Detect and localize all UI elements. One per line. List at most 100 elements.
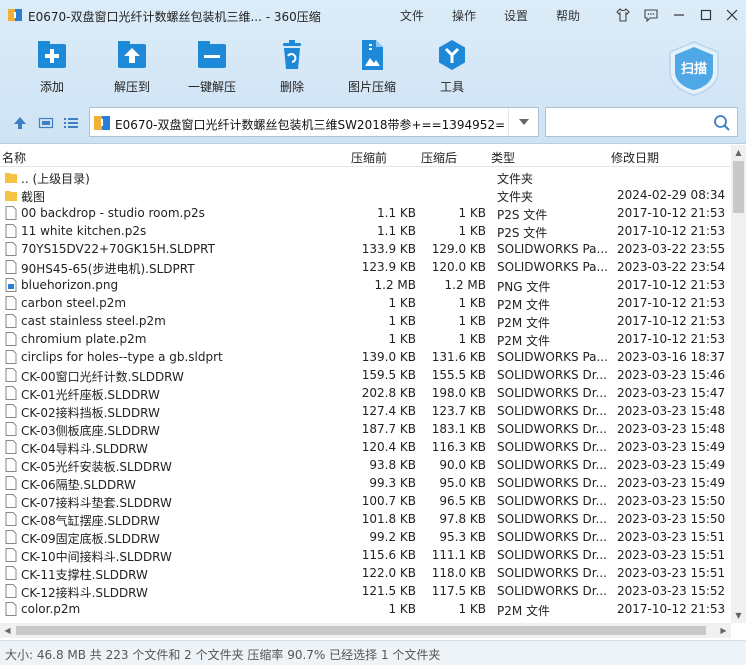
list-view-icon[interactable] <box>63 115 79 131</box>
search-box[interactable] <box>545 107 738 137</box>
table-row[interactable]: CK-09固定底板.SLDDRW 99.2 KB 95.3 KB SOLIDWORKS… <box>0 528 731 546</box>
one-click-extract-button[interactable]: 一键解压 <box>177 38 247 98</box>
table-row[interactable]: 90HS45-65(步进电机).SLDPRT 123.9 KB 120.0 KB SO… <box>0 258 731 276</box>
file-rows: .. (上级目录) 文件夹 截图 文件夹 2024-02-29 08:34 00 back… <box>0 168 731 618</box>
scan-button[interactable]: 扫描 <box>664 40 724 96</box>
table-row[interactable]: CK-10中间接料斗.SLDDRW 115.6 KB 111.1 KB SOLIDWO… <box>0 546 731 564</box>
file-name: CK-03侧板底座.SLDDRW <box>21 424 160 438</box>
close-icon[interactable] <box>723 6 741 24</box>
table-row[interactable]: CK-02接料挡板.SLDDRW 127.4 KB 123.7 KB SOLIDWOR… <box>0 402 731 420</box>
scroll-down-icon[interactable]: ▼ <box>731 608 746 623</box>
file-type: SOLIDWORKS Dr... <box>497 386 607 400</box>
minimize-icon[interactable] <box>670 6 688 24</box>
tools-button[interactable]: 工具 <box>417 38 487 98</box>
menu-settings[interactable]: 设置 <box>504 7 528 24</box>
file-packed-size: 1 KB <box>458 206 486 220</box>
extract-to-button[interactable]: 解压到 <box>97 38 167 98</box>
file-icon <box>5 566 17 580</box>
maximize-icon[interactable] <box>697 6 715 24</box>
table-row[interactable]: CK-05光纤安装板.SLDDRW 93.8 KB 90.0 KB SOLIDWORK… <box>0 456 731 474</box>
column-date[interactable]: 修改日期 <box>611 149 659 166</box>
column-type[interactable]: 类型 <box>491 149 515 166</box>
table-row[interactable]: CK-11支撑柱.SLDDRW 122.0 KB 118.0 KB SOLIDWORK… <box>0 564 731 582</box>
delete-button[interactable]: 删除 <box>257 38 327 98</box>
table-row[interactable]: CK-01光纤座板.SLDDRW 202.8 KB 198.0 KB SOLIDWOR… <box>0 384 731 402</box>
file-size: 1.1 KB <box>377 206 416 220</box>
search-input[interactable] <box>552 114 702 130</box>
column-packed[interactable]: 压缩后 <box>421 149 457 166</box>
file-date: 2017-10-12 21:53 <box>617 314 726 328</box>
table-row[interactable]: 00 backdrop - studio room.p2s 1.1 KB 1 KB P… <box>0 204 731 222</box>
table-row[interactable]: CK-04导料斗.SLDDRW 120.4 KB 116.3 KB SOLIDWORK… <box>0 438 731 456</box>
file-icon <box>5 386 17 400</box>
file-icon <box>5 422 17 436</box>
table-row[interactable]: CK-06隔垫.SLDDRW 99.3 KB 95.0 KB SOLIDWORKS D… <box>0 474 731 492</box>
table-row[interactable]: CK-07接料斗垫套.SLDDRW 100.7 KB 96.5 KB SOLIDWOR… <box>0 492 731 510</box>
horizontal-scroll-thumb[interactable] <box>16 626 706 635</box>
table-row[interactable]: 截图 文件夹 2024-02-29 08:34 <box>0 186 731 204</box>
file-type: SOLIDWORKS Pa... <box>497 260 608 274</box>
table-row[interactable]: chromium plate.p2m 1 KB 1 KB P2M 文件 2017-10-… <box>0 330 731 348</box>
menu-help[interactable]: 帮助 <box>556 7 580 24</box>
file-packed-size: 120.0 KB <box>431 260 486 274</box>
menu-file[interactable]: 文件 <box>400 7 424 24</box>
image-compress-button[interactable]: 图片压缩 <box>337 38 407 98</box>
file-icon <box>5 494 17 508</box>
file-icon <box>5 440 17 454</box>
table-row[interactable]: 70YS15DV22+70GK15H.SLDPRT 133.9 KB 129.0 K… <box>0 240 731 258</box>
search-icon[interactable] <box>713 114 731 132</box>
file-type: SOLIDWORKS Dr... <box>497 368 607 382</box>
table-row[interactable]: CK-08气缸摆座.SLDDRW 101.8 KB 97.8 KB SOLIDWORK… <box>0 510 731 528</box>
one-click-extract-icon <box>198 41 226 68</box>
file-packed-size: 131.6 KB <box>431 350 486 364</box>
file-type: P2M 文件 <box>497 316 551 330</box>
file-type: P2M 文件 <box>497 298 551 312</box>
address-bar[interactable]: E0670-双盘窗口光纤计数螺丝包装机三维SW2018带参+==1394952= <box>89 107 539 137</box>
table-row[interactable]: .. (上级目录) 文件夹 <box>0 168 731 186</box>
file-size: 1 KB <box>388 602 416 616</box>
file-size: 139.0 KB <box>361 350 416 364</box>
table-row[interactable]: color.p2m 1 KB 1 KB P2M 文件 2017-10-12 21:53 <box>0 600 731 618</box>
scan-label: 扫描 <box>680 62 707 77</box>
scroll-left-icon[interactable]: ◀ <box>0 623 15 638</box>
scroll-right-icon[interactable]: ▶ <box>716 623 731 638</box>
table-row[interactable]: circlips for holes--type a gb.sldprt 139.… <box>0 348 731 366</box>
skin-icon[interactable] <box>614 6 632 24</box>
column-size[interactable]: 压缩前 <box>351 149 387 166</box>
column-name[interactable]: 名称 <box>2 149 26 166</box>
horizontal-scrollbar[interactable]: ◀ ▶ <box>0 623 731 638</box>
menu-operate[interactable]: 操作 <box>452 7 476 24</box>
file-size: 133.9 KB <box>361 242 416 256</box>
file-icon <box>5 476 17 490</box>
file-name: .. (上级目录) <box>21 172 90 186</box>
table-row[interactable]: CK-00窗口光纤计数.SLDDRW 159.5 KB 155.5 KB SOLIDW… <box>0 366 731 384</box>
table-row[interactable]: bluehorizon.png 1.2 MB 1.2 MB PNG 文件 2017-10… <box>0 276 731 294</box>
vertical-scroll-thumb[interactable] <box>733 161 744 213</box>
thumbnail-view-icon[interactable] <box>38 115 54 131</box>
feedback-icon[interactable] <box>642 6 660 24</box>
address-dropdown[interactable] <box>508 108 538 136</box>
window-title: E0670-双盘窗口光纤计数螺丝包装机三维... - 360压缩 <box>28 10 321 24</box>
file-packed-size: 117.5 KB <box>431 584 486 598</box>
table-row[interactable]: cast stainless steel.p2m 1 KB 1 KB P2M 文件 20… <box>0 312 731 330</box>
table-row[interactable]: CK-12接料斗.SLDDRW 121.5 KB 117.5 KB SOLIDWORK… <box>0 582 731 600</box>
add-button[interactable]: 添加 <box>17 38 87 98</box>
file-name: color.p2m <box>21 602 81 616</box>
file-type: 文件夹 <box>497 190 534 204</box>
file-packed-size: 129.0 KB <box>431 242 486 256</box>
up-arrow-icon[interactable] <box>12 115 28 131</box>
toolbar-area: E0670-双盘窗口光纤计数螺丝包装机三维... - 360压缩 文件 操作 设… <box>0 0 746 144</box>
vertical-scrollbar[interactable]: ▲ ▼ <box>731 145 746 623</box>
file-icon <box>5 404 17 418</box>
table-row[interactable]: carbon steel.p2m 1 KB 1 KB P2M 文件 2017-10-12… <box>0 294 731 312</box>
scroll-up-icon[interactable]: ▲ <box>731 145 746 160</box>
file-name: CK-09固定底板.SLDDRW <box>21 532 160 546</box>
table-row[interactable]: CK-03侧板底座.SLDDRW 187.7 KB 183.1 KB SOLIDWOR… <box>0 420 731 438</box>
table-row[interactable]: 11 white kitchen.p2s 1.1 KB 1 KB P2S 文件 2017… <box>0 222 731 240</box>
file-date: 2023-03-23 15:52 <box>617 584 726 598</box>
file-date: 2023-03-23 15:49 <box>617 458 726 472</box>
file-size: 99.3 KB <box>369 476 416 490</box>
file-size: 1 KB <box>388 332 416 346</box>
status-bar: 大小: 46.8 MB 共 223 个文件和 2 个文件夹 压缩率 90.7% … <box>0 640 746 665</box>
file-type: P2M 文件 <box>497 334 551 348</box>
